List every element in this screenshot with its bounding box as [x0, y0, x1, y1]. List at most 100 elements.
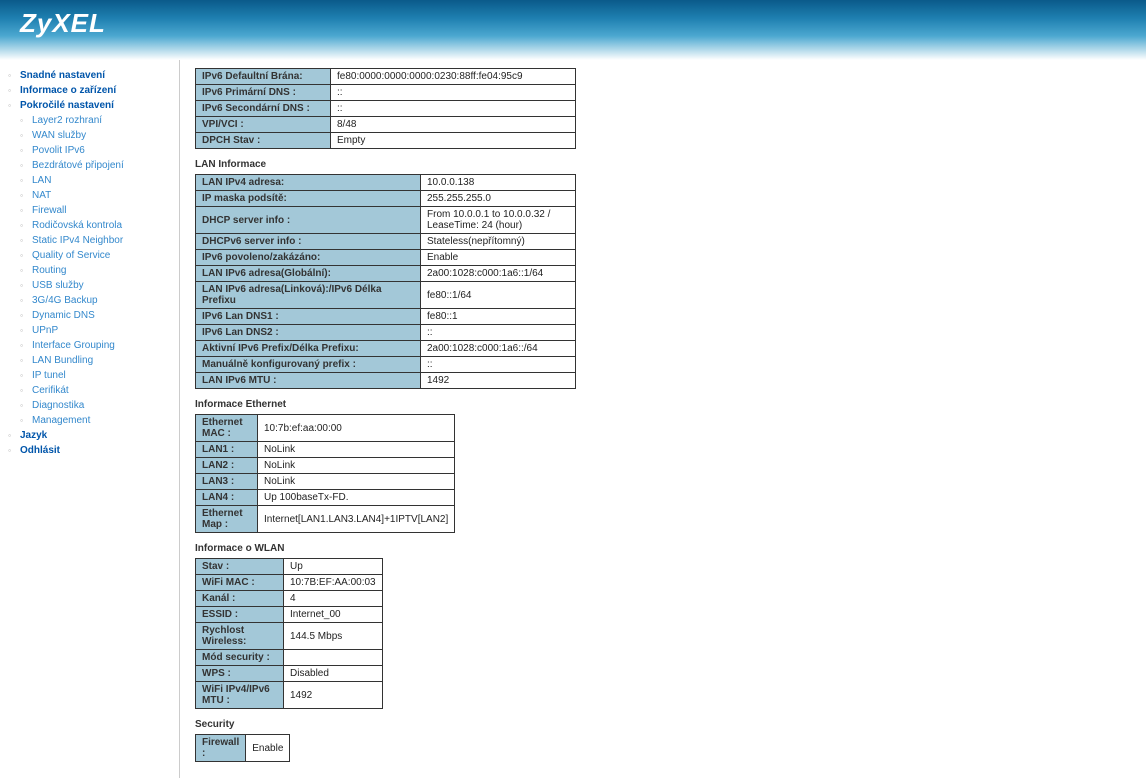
row-label: Ethernet MAC : — [196, 415, 258, 442]
content: IPv6 Defaultní Brána:fe80:0000:0000:0000… — [180, 60, 1146, 778]
row-label: DPCH Stav : — [196, 133, 331, 149]
wlan-info-table: Stav :UpWiFi MAC :10:7B:EF:AA:00:03Kanál… — [195, 558, 383, 709]
row-value: 10.0.0.138 — [421, 175, 576, 191]
row-value: 2a00:1028:c000:1a6::1/64 — [421, 266, 576, 282]
nav-3g4g[interactable]: 3G/4G Backup — [10, 293, 169, 308]
lan-row: Manuálně konfigurovaný prefix ::: — [196, 357, 576, 373]
lan-row: DHCPv6 server info :Stateless(nepřítomný… — [196, 234, 576, 250]
nav-dyndns[interactable]: Dynamic DNS — [10, 308, 169, 323]
wlan-row: Stav :Up — [196, 559, 383, 575]
row-label: Stav : — [196, 559, 284, 575]
row-value: :: — [421, 325, 576, 341]
row-label: LAN2 : — [196, 458, 258, 474]
ethernet-row: LAN3 :NoLink — [196, 474, 455, 490]
row-value: 144.5 Mbps — [284, 623, 383, 650]
row-value: fe80::1/64 — [421, 282, 576, 309]
row-label: IPv6 Secondární DNS : — [196, 101, 331, 117]
wlan-row: Mód security : — [196, 650, 383, 666]
row-label: IPv6 Defaultní Brána: — [196, 69, 331, 85]
nav-pokrocile[interactable]: Pokročilé nastavení — [10, 98, 169, 113]
row-label: Mód security : — [196, 650, 284, 666]
row-value: Stateless(nepřítomný) — [421, 234, 576, 250]
lan-row: Aktivní IPv6 Prefix/Délka Prefixu:2a00:1… — [196, 341, 576, 357]
row-label: LAN IPv6 adresa(Linková):/IPv6 Délka Pre… — [196, 282, 421, 309]
nav-ipv6[interactable]: Povolit IPv6 — [10, 143, 169, 158]
nav-routing[interactable]: Routing — [10, 263, 169, 278]
row-label: LAN4 : — [196, 490, 258, 506]
wan-row: IPv6 Secondární DNS ::: — [196, 101, 576, 117]
wan-row: IPv6 Defaultní Brána:fe80:0000:0000:0000… — [196, 69, 576, 85]
row-value: :: — [421, 357, 576, 373]
nav-mgmt[interactable]: Management — [10, 413, 169, 428]
row-label: IPv6 povoleno/zakázáno: — [196, 250, 421, 266]
row-value: 10:7b:ef:aa:00:00 — [258, 415, 455, 442]
row-value: NoLink — [258, 458, 455, 474]
nav-rodicovska[interactable]: Rodičovská kontrola — [10, 218, 169, 233]
nav-jazyk[interactable]: Jazyk — [10, 428, 169, 443]
ethernet-row: Ethernet Map :Internet[LAN1.LAN3.LAN4]+1… — [196, 506, 455, 533]
row-value: :: — [331, 85, 576, 101]
row-label: Manuálně konfigurovaný prefix : — [196, 357, 421, 373]
nav-qos[interactable]: Quality of Service — [10, 248, 169, 263]
row-label: LAN1 : — [196, 442, 258, 458]
nav-intgroup[interactable]: Interface Grouping — [10, 338, 169, 353]
lan-row: IPv6 Lan DNS2 ::: — [196, 325, 576, 341]
nav-firewall[interactable]: Firewall — [10, 203, 169, 218]
wlan-section-title: Informace o WLAN — [195, 543, 1131, 554]
nav-staticipv4[interactable]: Static IPv4 Neighbor — [10, 233, 169, 248]
nav-bezdratove[interactable]: Bezdrátové připojení — [10, 158, 169, 173]
row-label: Ethernet Map : — [196, 506, 258, 533]
nav-lan[interactable]: LAN — [10, 173, 169, 188]
row-label: LAN IPv6 MTU : — [196, 373, 421, 389]
ethernet-info-table: Ethernet MAC :10:7b:ef:aa:00:00LAN1 :NoL… — [195, 414, 455, 533]
row-label: IPv6 Primární DNS : — [196, 85, 331, 101]
wlan-row: WPS :Disabled — [196, 666, 383, 682]
row-value: 1492 — [421, 373, 576, 389]
nav-diag[interactable]: Diagnostika — [10, 398, 169, 413]
lan-row: DHCP server info :From 10.0.0.1 to 10.0.… — [196, 207, 576, 234]
row-label: ESSID : — [196, 607, 284, 623]
nav-upnp[interactable]: UPnP — [10, 323, 169, 338]
nav-odhlasit[interactable]: Odhlásit — [10, 443, 169, 458]
row-value: 4 — [284, 591, 383, 607]
ethernet-row: LAN4 :Up 100baseTx-FD. — [196, 490, 455, 506]
nav-informace[interactable]: Informace o zařízení — [10, 83, 169, 98]
row-value: Up — [284, 559, 383, 575]
row-label: DHCPv6 server info : — [196, 234, 421, 250]
nav-cert[interactable]: Cerifikát — [10, 383, 169, 398]
nav-layer2[interactable]: Layer2 rozhraní — [10, 113, 169, 128]
row-value — [284, 650, 383, 666]
row-label: WPS : — [196, 666, 284, 682]
nav-nat[interactable]: NAT — [10, 188, 169, 203]
row-value: Disabled — [284, 666, 383, 682]
row-label: LAN IPv6 adresa(Globální): — [196, 266, 421, 282]
row-label: Firewall : — [196, 735, 246, 762]
nav-wan[interactable]: WAN služby — [10, 128, 169, 143]
row-value: Enable — [421, 250, 576, 266]
nav-snadne[interactable]: Snadné nastavení — [10, 68, 169, 83]
lan-row: LAN IPv6 adresa(Linková):/IPv6 Délka Pre… — [196, 282, 576, 309]
row-label: LAN3 : — [196, 474, 258, 490]
row-value: :: — [331, 101, 576, 117]
row-label: Kanál : — [196, 591, 284, 607]
wan-info-table: IPv6 Defaultní Brána:fe80:0000:0000:0000… — [195, 68, 576, 149]
wlan-row: Kanál :4 — [196, 591, 383, 607]
wlan-row: Rychlost Wireless:144.5 Mbps — [196, 623, 383, 650]
lan-section-title: LAN Informace — [195, 159, 1131, 170]
lan-row: IP maska podsítě:255.255.255.0 — [196, 191, 576, 207]
row-value: 1492 — [284, 682, 383, 709]
nav-iptunel[interactable]: IP tunel — [10, 368, 169, 383]
ethernet-row: LAN2 :NoLink — [196, 458, 455, 474]
row-label: WiFi MAC : — [196, 575, 284, 591]
row-value: 8/48 — [331, 117, 576, 133]
security-info-table: Firewall :Enable — [195, 734, 290, 762]
row-label: VPI/VCI : — [196, 117, 331, 133]
row-label: IP maska podsítě: — [196, 191, 421, 207]
row-value: NoLink — [258, 474, 455, 490]
wlan-row: ESSID :Internet_00 — [196, 607, 383, 623]
nav-lanbund[interactable]: LAN Bundling — [10, 353, 169, 368]
row-value: fe80::1 — [421, 309, 576, 325]
row-value: fe80:0000:0000:0000:0230:88ff:fe04:95c9 — [331, 69, 576, 85]
wan-row: VPI/VCI :8/48 — [196, 117, 576, 133]
nav-usb[interactable]: USB služby — [10, 278, 169, 293]
